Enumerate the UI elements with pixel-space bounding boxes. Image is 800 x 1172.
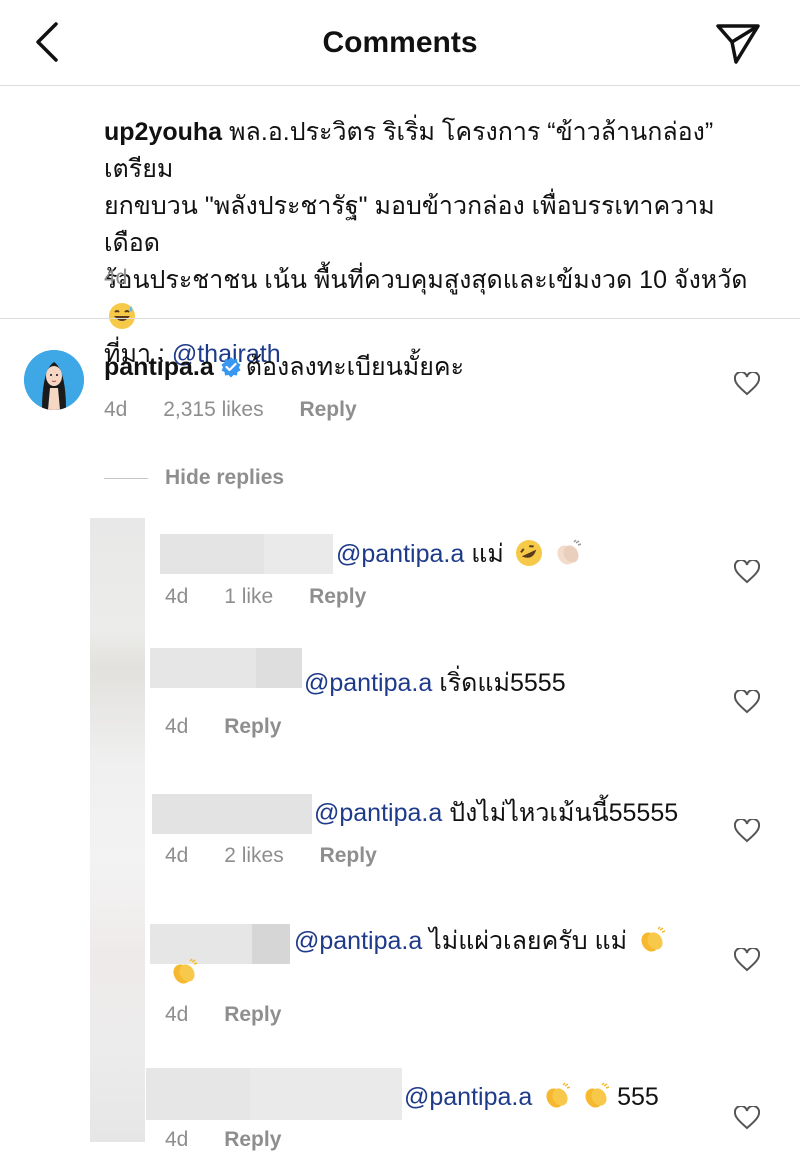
blurred-username [160, 534, 333, 574]
comment-text: ต้องลงทะเบียนมั้ยคะ [245, 353, 465, 381]
caption-timestamp: 4d [104, 266, 128, 289]
reply-mention[interactable]: @pantipa.a [314, 799, 442, 827]
blurred-username [150, 648, 302, 688]
reply-meta: 4d Reply [165, 1128, 311, 1152]
reply-time: 4d [165, 585, 189, 608]
reply-mention[interactable]: @pantipa.a [304, 669, 432, 697]
heart-icon[interactable] [734, 560, 760, 584]
reply-mention[interactable]: @pantipa.a [294, 927, 422, 955]
clapping-hands-icon [585, 1082, 610, 1108]
reply-comment: @pantipa.a 555 [404, 1080, 659, 1114]
reply-comment: @pantipa.a ปังไม่ไหวเม้นนี้55555 [314, 796, 678, 830]
reply-comment: @pantipa.a แม่ [336, 537, 582, 571]
reply-button[interactable]: Reply [224, 1003, 281, 1026]
reply-text: แม่ [471, 540, 504, 568]
reply-time: 4d [165, 844, 189, 867]
blurred-username [152, 794, 312, 834]
reply-meta: 4d Reply [165, 1003, 311, 1027]
paper-plane-icon[interactable] [714, 20, 762, 66]
clapping-hands-icon [641, 926, 666, 952]
reply-button[interactable]: Reply [224, 1128, 281, 1151]
reply-button[interactable]: Reply [320, 844, 377, 867]
reply-text: 555 [617, 1083, 659, 1111]
reply-text: ไม่แผ่วเลยครับ แม่ [429, 927, 628, 955]
blurred-avatars [90, 518, 145, 1142]
reply-time: 4d [165, 1003, 189, 1026]
clapping-hands-icon [173, 958, 198, 984]
heart-icon[interactable] [734, 1106, 760, 1130]
reply-meta: 4d 1 like Reply [165, 585, 396, 609]
hide-replies-line [104, 478, 148, 479]
caption-username[interactable]: up2youha [104, 118, 222, 146]
reply-time: 4d [165, 715, 189, 738]
heart-icon[interactable] [734, 690, 760, 714]
heart-icon[interactable] [734, 372, 760, 396]
reply-likes[interactable]: 1 like [224, 585, 273, 608]
hide-replies-button[interactable]: Hide replies [165, 466, 284, 490]
comment-time: 4d [104, 398, 128, 421]
reply-text: ปังไม่ไหวเม้นนี้55555 [449, 799, 679, 827]
heart-icon[interactable] [734, 948, 760, 972]
reply-button[interactable]: Reply [309, 585, 366, 608]
reply-meta: 4d 2 likes Reply [165, 844, 407, 868]
clapping-hands-icon [557, 539, 581, 565]
reply-meta: 4d Reply [165, 715, 311, 739]
heart-icon[interactable] [734, 819, 760, 843]
reply-time: 4d [165, 1128, 189, 1151]
post-caption: up2youha พล.อ.ประวิตร ริเริ่ม โครงการ “ข… [104, 114, 764, 373]
reply-text: เริ่ดแม่5555 [439, 669, 566, 697]
clapping-hands-icon [546, 1082, 571, 1108]
reply-mention[interactable]: @pantipa.a [336, 540, 464, 568]
comment-likes[interactable]: 2,315 likes [163, 398, 263, 421]
main-comment: pantipa.a ต้องลงทะเบียนมั้ยคะ [104, 350, 464, 384]
comment-username[interactable]: pantipa.a [104, 353, 214, 381]
divider [0, 318, 800, 319]
page-title: Comments [322, 26, 478, 59]
reply-comment: @pantipa.a ไม่แผ่วเลยครับ แม่ [294, 924, 666, 958]
blurred-username [146, 1068, 402, 1120]
reply-likes[interactable]: 2 likes [224, 844, 284, 867]
caption-line-2: ยกขบวน "พลังประชารัฐ" มอบข้าวกล่อง เพื่อ… [104, 192, 715, 257]
sweat-smile-emoji-icon [109, 303, 135, 329]
rofl-emoji-icon [515, 540, 542, 566]
caption-line-3: ร้อนประชาชน เน้น พื้นที่ควบคุมสูงสุดและเ… [104, 266, 748, 294]
reply-comment: @pantipa.a เริ่ดแม่5555 [304, 666, 566, 700]
reply-mention[interactable]: @pantipa.a [404, 1083, 532, 1111]
avatar[interactable] [24, 350, 84, 410]
top-bar: Comments [0, 0, 800, 86]
comment-meta: 4d 2,315 likes Reply [104, 398, 387, 422]
reply-button[interactable]: Reply [299, 398, 356, 421]
avatar-illustration [24, 350, 84, 410]
reply-button[interactable]: Reply [224, 715, 281, 738]
verified-badge-icon [221, 357, 241, 378]
